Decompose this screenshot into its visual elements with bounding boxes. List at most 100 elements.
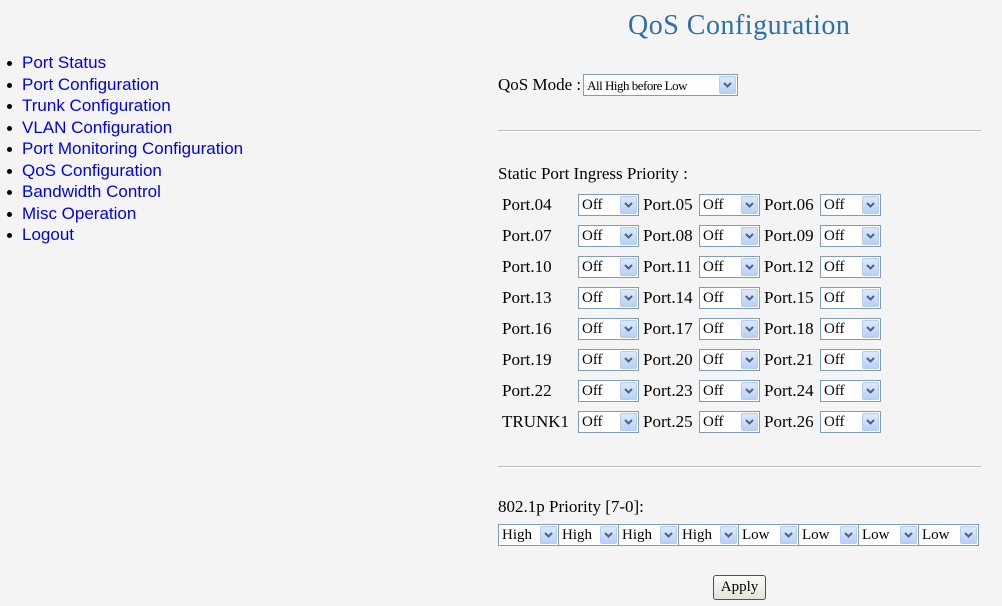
port-priority-select[interactable]: Off bbox=[699, 193, 760, 216]
port-priority-row: Port.04 Off Port.05 Off Port.06 Off bbox=[502, 189, 881, 220]
port-priority-select[interactable]: Off bbox=[699, 286, 760, 309]
nav-link-trunk-configuration[interactable]: Trunk Configuration bbox=[22, 96, 171, 115]
apply-button[interactable]: Apply bbox=[713, 575, 766, 600]
dot1p-priority-select-value: High bbox=[562, 527, 592, 543]
chevron-down-icon[interactable] bbox=[862, 257, 879, 276]
dot1p-priority-select[interactable]: Low bbox=[798, 524, 859, 546]
dot1p-priority-select[interactable]: High bbox=[558, 524, 619, 546]
port-priority-select-value: Off bbox=[582, 289, 603, 306]
chevron-down-icon[interactable] bbox=[620, 288, 637, 307]
chevron-down-icon[interactable] bbox=[719, 76, 737, 94]
dot1p-priority-row: High High High High Low Low Low Low bbox=[498, 524, 979, 546]
port-label: Port.18 bbox=[764, 318, 814, 338]
port-priority-select[interactable]: Off bbox=[820, 379, 881, 402]
port-priority-select[interactable]: Off bbox=[699, 255, 760, 278]
port-priority-select[interactable]: Off bbox=[578, 410, 639, 433]
port-priority-select[interactable]: Off bbox=[820, 410, 881, 433]
port-priority-select-value: Off bbox=[703, 227, 724, 244]
nav-item-port-monitoring: Port Monitoring Configuration bbox=[4, 138, 243, 160]
port-priority-select[interactable]: Off bbox=[820, 255, 881, 278]
nav-item-port-status: Port Status bbox=[4, 52, 243, 74]
chevron-down-icon[interactable] bbox=[741, 412, 758, 431]
dot1p-priority-select[interactable]: High bbox=[498, 524, 559, 546]
chevron-down-icon[interactable] bbox=[780, 526, 797, 544]
chevron-down-icon[interactable] bbox=[862, 319, 879, 338]
port-priority-select[interactable]: Off bbox=[820, 348, 881, 371]
port-priority-select-value: Off bbox=[824, 382, 845, 399]
chevron-down-icon[interactable] bbox=[620, 319, 637, 338]
chevron-down-icon[interactable] bbox=[620, 257, 637, 276]
qos-mode-row: QoS Mode : All High before Low bbox=[498, 74, 739, 96]
port-priority-select[interactable]: Off bbox=[820, 193, 881, 216]
dot1p-priority-select[interactable]: Low bbox=[858, 524, 919, 546]
chevron-down-icon[interactable] bbox=[862, 350, 879, 369]
chevron-down-icon[interactable] bbox=[862, 195, 879, 214]
chevron-down-icon[interactable] bbox=[741, 319, 758, 338]
dot1p-priority-select-value: Low bbox=[802, 527, 830, 543]
chevron-down-icon[interactable] bbox=[600, 526, 617, 544]
chevron-down-icon[interactable] bbox=[620, 381, 637, 400]
port-priority-row: Port.19 Off Port.20 Off Port.21 Off bbox=[502, 344, 881, 375]
port-priority-select[interactable]: Off bbox=[699, 410, 760, 433]
nav-link-qos-configuration[interactable]: QoS Configuration bbox=[22, 161, 162, 180]
chevron-down-icon[interactable] bbox=[620, 195, 637, 214]
nav-link-port-configuration[interactable]: Port Configuration bbox=[22, 75, 159, 94]
nav-link-bandwidth-control[interactable]: Bandwidth Control bbox=[22, 182, 161, 201]
port-priority-select[interactable]: Off bbox=[699, 224, 760, 247]
port-priority-select-value: Off bbox=[582, 258, 603, 275]
port-priority-select[interactable]: Off bbox=[699, 317, 760, 340]
chevron-down-icon[interactable] bbox=[741, 257, 758, 276]
chevron-down-icon[interactable] bbox=[720, 526, 737, 544]
chevron-down-icon[interactable] bbox=[620, 350, 637, 369]
port-priority-select[interactable]: Off bbox=[699, 379, 760, 402]
chevron-down-icon[interactable] bbox=[741, 381, 758, 400]
chevron-down-icon[interactable] bbox=[741, 226, 758, 245]
port-priority-select[interactable]: Off bbox=[699, 348, 760, 371]
chevron-down-icon[interactable] bbox=[862, 381, 879, 400]
port-priority-select[interactable]: Off bbox=[578, 224, 639, 247]
port-priority-select-value: Off bbox=[703, 413, 724, 430]
port-priority-select-value: Off bbox=[703, 351, 724, 368]
port-priority-select[interactable]: Off bbox=[578, 286, 639, 309]
port-priority-select[interactable]: Off bbox=[820, 286, 881, 309]
port-label: Port.04 bbox=[502, 194, 552, 214]
port-label: Port.26 bbox=[764, 411, 814, 431]
nav-item-port-configuration: Port Configuration bbox=[4, 74, 243, 96]
chevron-down-icon[interactable] bbox=[540, 526, 557, 544]
dot1p-priority-select[interactable]: Low bbox=[918, 524, 979, 546]
port-priority-select-value: Off bbox=[582, 413, 603, 430]
qos-mode-select[interactable]: All High before Low bbox=[583, 74, 739, 96]
chevron-down-icon[interactable] bbox=[960, 526, 977, 544]
chevron-down-icon[interactable] bbox=[840, 526, 857, 544]
chevron-down-icon[interactable] bbox=[862, 226, 879, 245]
port-label: Port.20 bbox=[643, 349, 693, 369]
chevron-down-icon[interactable] bbox=[620, 226, 637, 245]
dot1p-priority-select[interactable]: High bbox=[678, 524, 739, 546]
nav-link-port-monitoring[interactable]: Port Monitoring Configuration bbox=[22, 139, 243, 158]
chevron-down-icon[interactable] bbox=[741, 195, 758, 214]
nav-link-logout[interactable]: Logout bbox=[22, 225, 74, 244]
port-priority-select[interactable]: Off bbox=[578, 348, 639, 371]
port-priority-select-value: Off bbox=[582, 320, 603, 337]
port-label: Port.09 bbox=[764, 225, 814, 245]
port-priority-select[interactable]: Off bbox=[578, 255, 639, 278]
chevron-down-icon[interactable] bbox=[660, 526, 677, 544]
port-priority-select[interactable]: Off bbox=[578, 193, 639, 216]
dot1p-priority-select[interactable]: High bbox=[618, 524, 679, 546]
chevron-down-icon[interactable] bbox=[620, 412, 637, 431]
chevron-down-icon[interactable] bbox=[741, 288, 758, 307]
port-priority-row: Port.13 Off Port.14 Off Port.15 Off bbox=[502, 282, 881, 313]
chevron-down-icon[interactable] bbox=[862, 412, 879, 431]
chevron-down-icon[interactable] bbox=[862, 288, 879, 307]
port-priority-select[interactable]: Off bbox=[820, 317, 881, 340]
nav-link-misc-operation[interactable]: Misc Operation bbox=[22, 204, 136, 223]
dot1p-priority-select[interactable]: Low bbox=[738, 524, 799, 546]
chevron-down-icon[interactable] bbox=[900, 526, 917, 544]
port-priority-row: Port.10 Off Port.11 Off Port.12 Off bbox=[502, 251, 881, 282]
port-priority-select[interactable]: Off bbox=[578, 317, 639, 340]
port-priority-select[interactable]: Off bbox=[820, 224, 881, 247]
chevron-down-icon[interactable] bbox=[741, 350, 758, 369]
nav-link-port-status[interactable]: Port Status bbox=[22, 53, 106, 72]
port-priority-select[interactable]: Off bbox=[578, 379, 639, 402]
nav-link-vlan-configuration[interactable]: VLAN Configuration bbox=[22, 118, 172, 137]
